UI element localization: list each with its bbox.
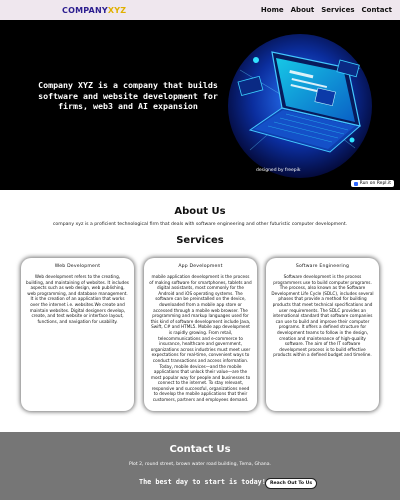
nav-about[interactable]: About bbox=[291, 6, 315, 14]
service-card-text: mobile application development is the pr… bbox=[149, 274, 252, 403]
run-on-label: Run on Repl.it bbox=[359, 181, 391, 186]
reach-out-button[interactable]: Reach Out To Us bbox=[265, 478, 318, 489]
contact-section: Contact Us Plot 2, round street, brown w… bbox=[0, 432, 400, 500]
contact-address: Plot 2, round street, brown water road b… bbox=[129, 462, 271, 467]
hero-section: Company XYZ is a company that builds sof… bbox=[0, 20, 400, 190]
service-card-title: Web Development bbox=[54, 264, 101, 269]
service-card-software: Software Engineering Software developmen… bbox=[266, 258, 379, 411]
brand-name: COMPANY bbox=[62, 5, 108, 15]
contact-title: Contact Us bbox=[169, 444, 231, 455]
cta-text: The best day to start is today! bbox=[139, 478, 266, 486]
hero-headline: Company XYZ is a company that builds sof… bbox=[38, 80, 218, 111]
nav-contact[interactable]: Contact bbox=[362, 6, 393, 14]
service-card-title: Software Engineering bbox=[295, 264, 350, 269]
service-card-web: Web Development Web development refers t… bbox=[21, 258, 134, 411]
about-text: company xyz is a proficient technologica… bbox=[52, 222, 348, 227]
about-title: About Us bbox=[174, 206, 226, 217]
service-card-text: Web development refers to the creating, … bbox=[26, 274, 129, 324]
nav-services[interactable]: Services bbox=[321, 6, 354, 14]
services-title: Services bbox=[176, 235, 224, 246]
service-card-text: Software development is the process prog… bbox=[271, 274, 374, 358]
navbar: COMPANYXYZ Home About Services Contact bbox=[0, 0, 400, 20]
nav-home[interactable]: Home bbox=[261, 6, 284, 14]
brand-logo[interactable]: COMPANYXYZ bbox=[62, 6, 126, 15]
brand-suffix: XYZ bbox=[107, 5, 127, 15]
image-credit: designed by freepik bbox=[256, 168, 301, 173]
run-on-replit-badge[interactable]: Run on Repl.it bbox=[350, 180, 394, 187]
service-card-app: App Development mobile application devel… bbox=[144, 258, 257, 411]
laptop-illustration bbox=[228, 34, 372, 178]
service-card-title: App Development bbox=[178, 264, 223, 269]
nav-menu: Home About Services Contact bbox=[261, 6, 392, 14]
replit-icon bbox=[353, 181, 358, 186]
